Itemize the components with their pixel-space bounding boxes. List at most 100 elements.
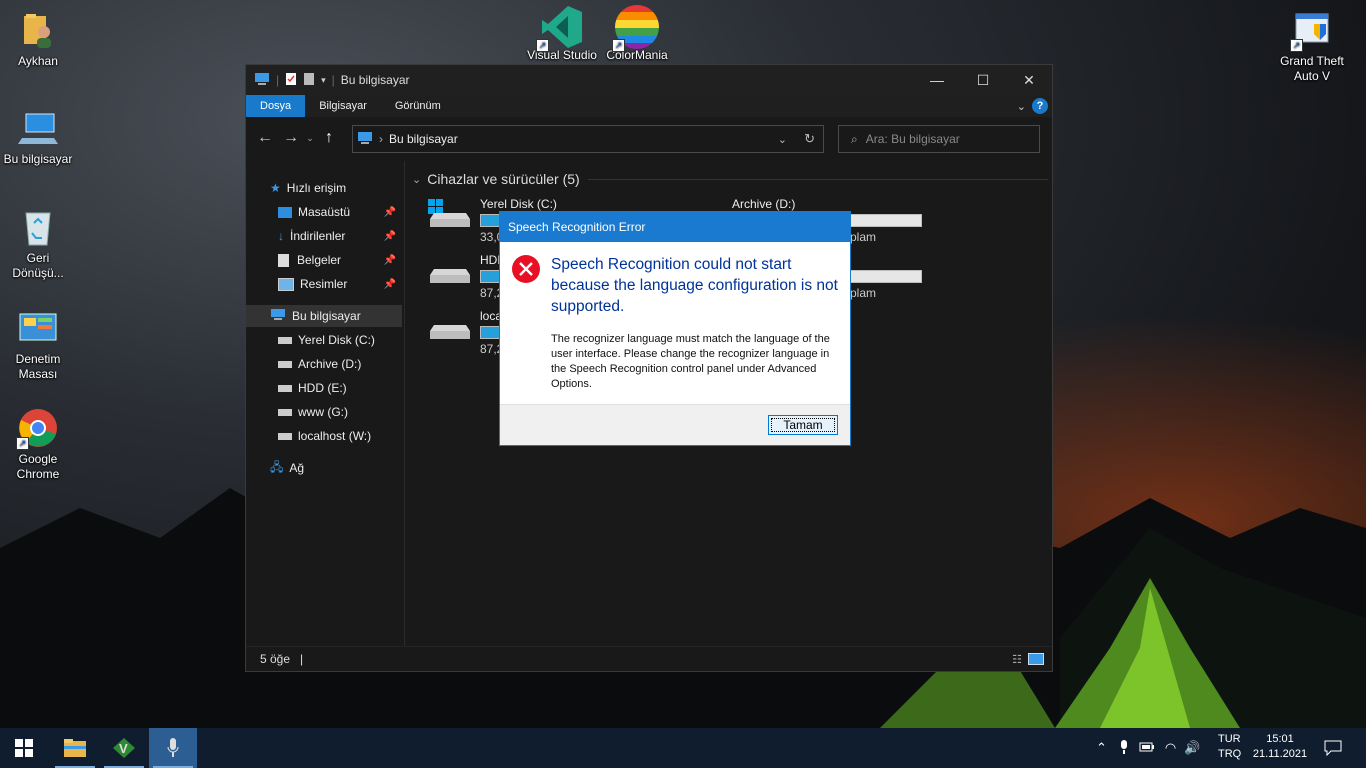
error-icon (511, 254, 541, 287)
action-center-button[interactable] (1320, 728, 1346, 768)
battery-icon[interactable] (1139, 741, 1155, 756)
desktop-icon-label: Google Chrome (16, 452, 60, 481)
nav-drive-w[interactable]: localhost (W:) (278, 425, 371, 447)
nav-documents[interactable]: Belgeler 📌 (278, 249, 404, 271)
address-bar[interactable]: › Bu bilgisayar ⌄ ↻ (352, 125, 824, 153)
dialog-title[interactable]: Speech Recognition Error (500, 212, 850, 242)
input-language-indicator[interactable]: TUR TRQ (1218, 732, 1241, 762)
desktop-icon-recycle-bin[interactable]: Geri Dönüşü... (0, 207, 76, 281)
desktop-icon-this-pc[interactable]: Bu bilgisayar (0, 108, 76, 167)
desktop-icon-chrome[interactable]: ↗ Google Chrome (0, 408, 76, 482)
desktop-icon-visual-studio[interactable]: ↗ Visual Studio (524, 4, 600, 63)
taskbar-speech-recognition[interactable] (149, 728, 197, 768)
nav-drive-d[interactable]: Archive (D:) (278, 353, 361, 375)
back-button[interactable]: ← (252, 129, 278, 147)
group-header[interactable]: ⌄ Cihazlar ve sürücüler (5) (412, 171, 1048, 187)
desktop-icon-gta-v[interactable]: ↗ Grand Theft Auto V (1274, 10, 1350, 84)
taskbar-file-explorer[interactable] (51, 728, 99, 768)
taskbar-vim-app[interactable]: V (100, 728, 148, 768)
desktop-folder-icon (278, 206, 292, 218)
desktop-icon-label: Denetim Masası (15, 352, 61, 381)
computer-icon (357, 131, 373, 148)
shortcut-arrow-icon: ↗ (1290, 39, 1303, 52)
details-view-icon[interactable]: ☷ (1012, 653, 1022, 666)
nav-label: Yerel Disk (C:) (298, 333, 375, 347)
minimize-icon: — (930, 72, 944, 88)
recent-locations-icon[interactable]: ⌄ (304, 133, 316, 144)
ribbon-tabs: Dosya Bilgisayar Görünüm ⌄ ? (246, 95, 1052, 117)
drive-icon (278, 360, 292, 368)
network-icon: 🖧 (270, 459, 284, 474)
breadcrumb[interactable]: Bu bilgisayar (389, 132, 458, 146)
nav-label: Hızlı erişim (286, 181, 347, 195)
microphone-tray-icon[interactable] (1119, 739, 1129, 758)
volume-icon[interactable]: 🔊 (1184, 740, 1200, 756)
properties-icon[interactable] (285, 72, 297, 89)
tab-file[interactable]: Dosya (246, 95, 306, 117)
nav-quick-access[interactable]: ★ Hızlı erişim (270, 177, 346, 199)
svg-text:V: V (119, 741, 128, 756)
tab-computer[interactable]: Bilgisayar (305, 95, 381, 117)
user-folder-icon (18, 10, 58, 50)
nav-drive-g[interactable]: www (G:) (278, 401, 348, 423)
nav-drive-c[interactable]: Yerel Disk (C:) (278, 329, 375, 351)
window-titlebar[interactable]: | ▾ | Bu bilgisayar — ☐ ✕ (246, 65, 1052, 95)
pin-icon[interactable]: 📌 (384, 279, 396, 290)
visual-studio-icon: ↗ (536, 4, 586, 52)
shortcut-arrow-icon: ↗ (16, 437, 29, 450)
close-button[interactable]: ✕ (1006, 65, 1052, 95)
help-icon[interactable]: ? (1032, 98, 1048, 114)
dialog-footer: Tamam (500, 404, 850, 445)
nav-label: Resimler (300, 277, 348, 291)
nav-downloads[interactable]: ↓ İndirilenler 📌 (278, 225, 404, 247)
nav-label: Belgeler (297, 253, 342, 267)
start-button[interactable] (0, 728, 48, 768)
desktop-icon-label: Bu bilgisayar (3, 152, 73, 166)
maximize-button[interactable]: ☐ (960, 65, 1006, 95)
desktop-icon-label: Geri Dönüşü... (12, 251, 64, 280)
address-dropdown-icon[interactable]: ⌄ (778, 133, 787, 146)
search-input[interactable]: Ara: Bu bilgisayar (866, 132, 960, 146)
keyboard-layout: TRQ (1218, 748, 1242, 760)
desktop-icon-label: Aykhan (18, 54, 58, 68)
windows-icon (15, 739, 33, 757)
nav-pictures[interactable]: Resimler 📌 (278, 273, 404, 295)
desktop-icon-colormania[interactable]: ↗ ColorMania (599, 4, 675, 63)
tiles-view-icon[interactable] (1028, 653, 1044, 665)
notification-icon (1324, 740, 1342, 756)
nav-network[interactable]: 🖧 Ağ (270, 457, 304, 479)
clock[interactable]: 15:01 21.11.2021 (1252, 732, 1308, 762)
recycle-bin-icon (18, 207, 58, 247)
up-button[interactable]: ↑ (316, 129, 342, 147)
main-instruction: Speech Recognition could not start becau… (551, 256, 838, 315)
desktop-icon-control-panel[interactable]: Denetim Masası (0, 308, 76, 382)
desktop-icon-user-folder[interactable]: Aykhan (0, 10, 76, 69)
drive-icon (430, 269, 470, 283)
folder-icon (64, 739, 86, 757)
new-folder-icon[interactable] (303, 72, 315, 89)
language-code: TUR (1218, 733, 1241, 745)
pin-icon[interactable]: 📌 (384, 231, 396, 242)
pin-icon[interactable]: 📌 (384, 207, 396, 218)
tab-view[interactable]: Görünüm (381, 95, 455, 117)
show-hidden-icons[interactable]: ⌃ (1096, 740, 1107, 756)
pin-icon[interactable]: 📌 (384, 255, 396, 266)
nav-desktop[interactable]: Masaüstü 📌 (278, 201, 404, 223)
nav-drive-e[interactable]: HDD (E:) (278, 377, 347, 399)
expand-ribbon-icon[interactable]: ⌄ (1017, 100, 1026, 113)
item-count: 5 öğe (260, 652, 291, 666)
minimize-button[interactable]: — (914, 65, 960, 95)
window-title: Bu bilgisayar (340, 73, 410, 87)
ok-button[interactable]: Tamam (768, 415, 838, 435)
separator: | (331, 73, 335, 87)
refresh-icon[interactable]: ↻ (804, 131, 815, 147)
wifi-icon[interactable]: ◠ (1165, 740, 1176, 756)
customize-quick-access-icon[interactable]: ▾ (321, 75, 326, 86)
search-box[interactable]: ⌕ Ara: Bu bilgisayar (838, 125, 1040, 153)
windows-drive-icon (428, 199, 470, 227)
forward-button[interactable]: → (278, 129, 304, 147)
drive-name: Yerel Disk (C:) (480, 197, 557, 211)
drive-icon (278, 432, 292, 440)
address-row: ← → ⌄ ↑ › Bu bilgisayar ⌄ ↻ ⌕ Ara: Bu bi… (246, 117, 1052, 159)
nav-this-pc[interactable]: Bu bilgisayar (246, 305, 402, 327)
